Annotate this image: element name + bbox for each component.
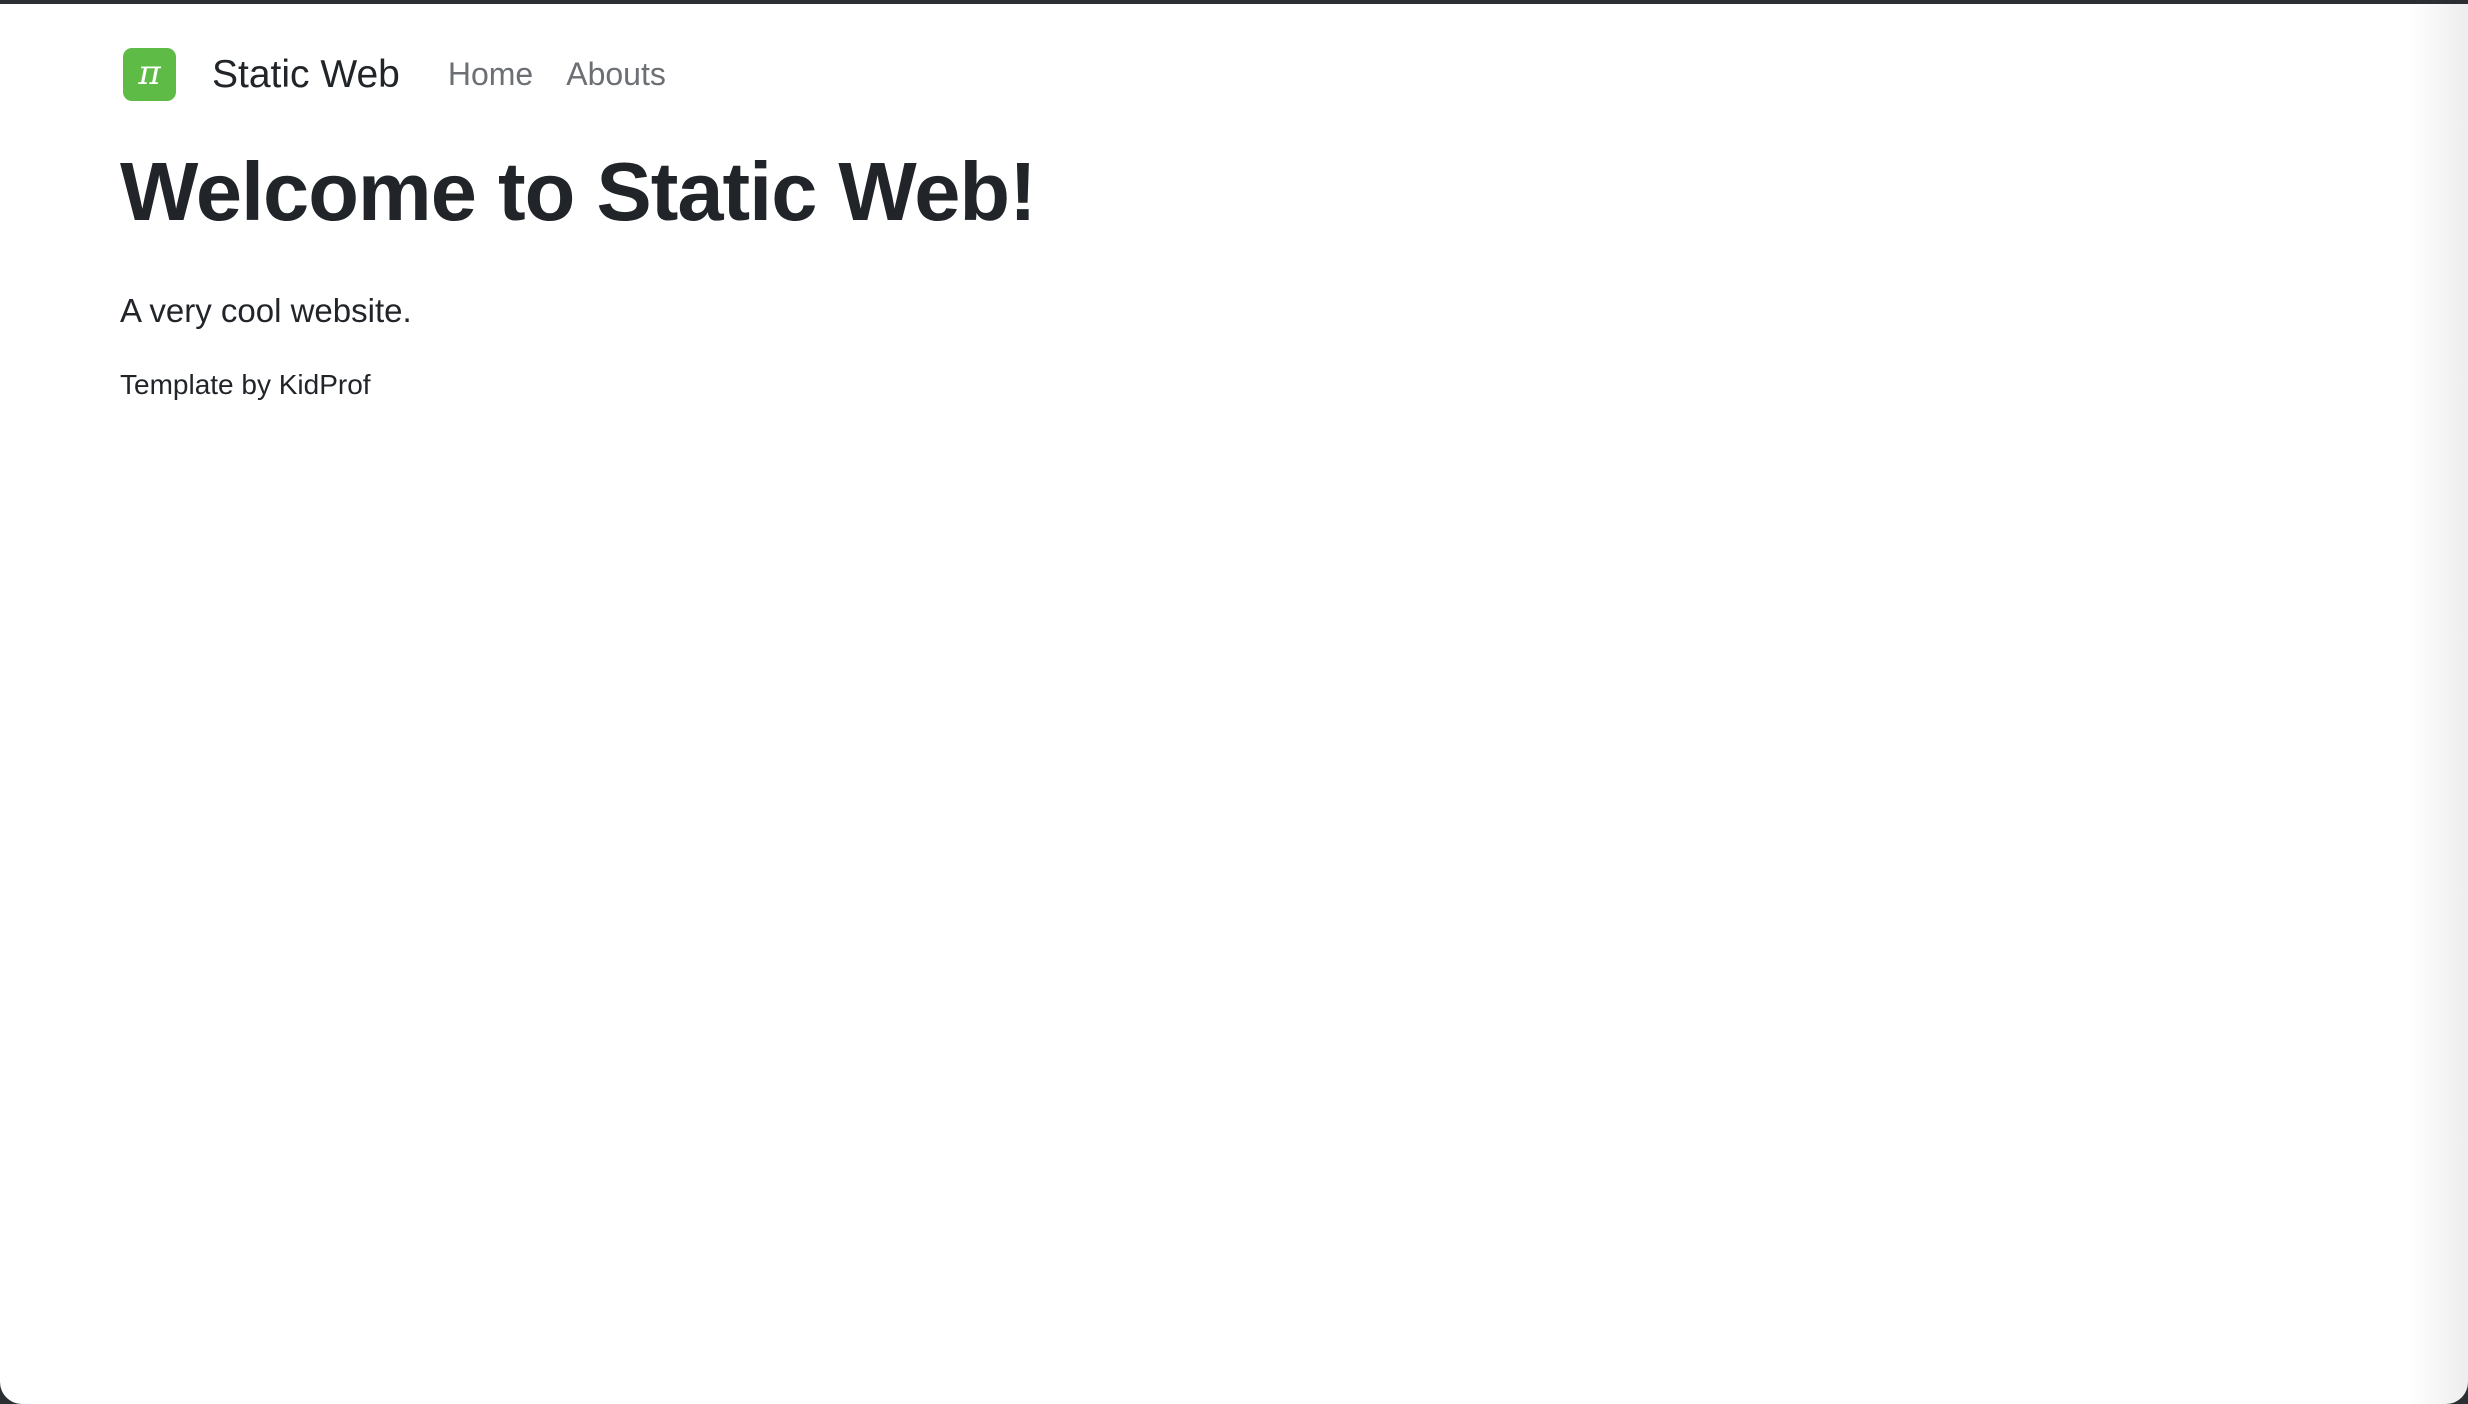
nav-link-abouts[interactable]: Abouts bbox=[566, 58, 666, 90]
brand-link[interactable]: Static Web bbox=[212, 55, 400, 94]
window-edge-shadow bbox=[2408, 4, 2468, 1404]
browser-page: π Static Web Home Abouts Welcome to Stat… bbox=[0, 4, 2468, 1404]
main-content: Welcome to Static Web! A very cool websi… bbox=[120, 142, 1037, 404]
template-credit: Template by KidProf bbox=[120, 369, 371, 401]
lead-text: A very cool website. bbox=[120, 291, 412, 329]
logo-glyph: π bbox=[138, 53, 161, 93]
navbar: π Static Web Home Abouts bbox=[123, 44, 666, 104]
nav-link-home[interactable]: Home bbox=[448, 58, 533, 90]
pi-logo-icon[interactable]: π bbox=[123, 47, 176, 101]
nav-links: Home Abouts bbox=[448, 58, 666, 90]
page-title: Welcome to Static Web! bbox=[120, 145, 1037, 238]
